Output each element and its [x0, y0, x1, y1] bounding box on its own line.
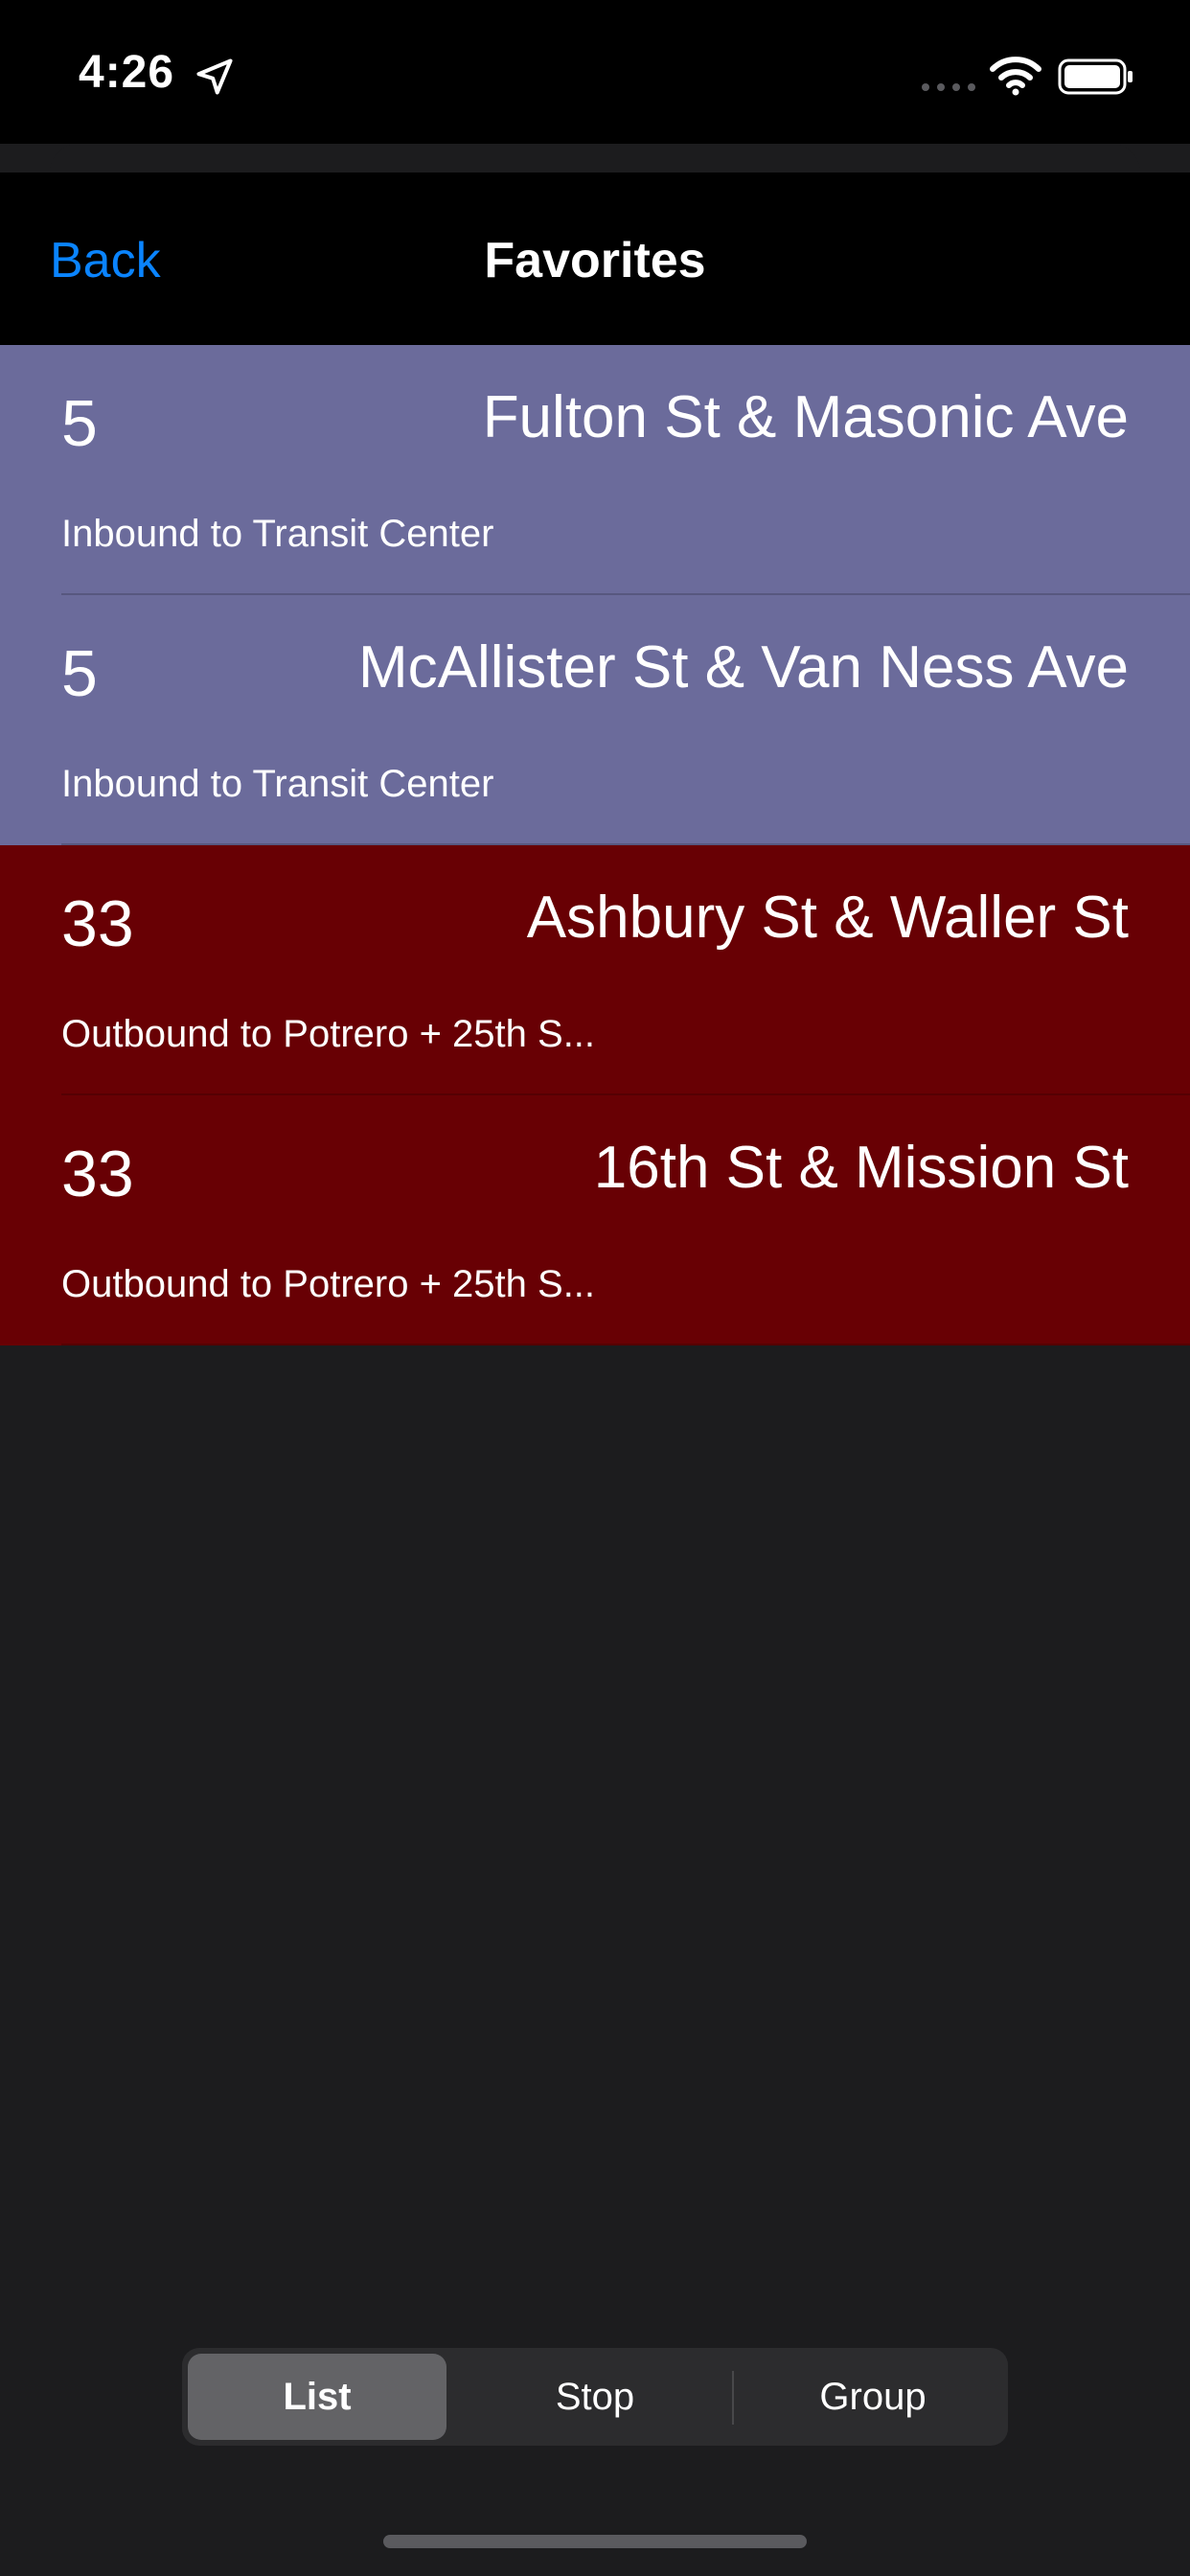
navigation-bar: Back Favorites: [0, 172, 1190, 345]
page-title: Favorites: [484, 233, 706, 288]
segment-stop[interactable]: Stop: [466, 2354, 724, 2440]
route-number: 5: [61, 387, 98, 460]
favorite-row[interactable]: 33 16th St & Mission St Outbound to Potr…: [0, 1095, 1190, 1346]
direction-label: Outbound to Potrero + 25th S...: [61, 1263, 596, 1305]
view-mode-segmented-control: List Stop Group: [182, 2348, 1008, 2446]
segment-separator: [732, 2371, 734, 2425]
favorites-list: 5 Fulton St & Masonic Ave Inbound to Tra…: [0, 345, 1190, 1346]
segment-list[interactable]: List: [188, 2354, 446, 2440]
favorite-row[interactable]: 5 Fulton St & Masonic Ave Inbound to Tra…: [0, 345, 1190, 595]
stop-name: 16th St & Mission St: [593, 1135, 1129, 1201]
status-time: 4:26: [79, 47, 175, 98]
favorite-row[interactable]: 33 Ashbury St & Waller St Outbound to Po…: [0, 845, 1190, 1095]
route-number: 33: [61, 1138, 134, 1210]
stop-name: Ashbury St & Waller St: [526, 885, 1129, 951]
location-arrow-icon: [196, 58, 233, 95]
stop-name: McAllister St & Van Ness Ave: [357, 634, 1129, 701]
favorite-row[interactable]: 5 McAllister St & Van Ness Ave Inbound t…: [0, 595, 1190, 845]
home-indicator[interactable]: [383, 2535, 807, 2548]
battery-icon: [1058, 58, 1133, 95]
row-divider: [61, 1344, 1190, 1346]
direction-label: Inbound to Transit Center: [61, 763, 494, 805]
direction-label: Inbound to Transit Center: [61, 513, 494, 555]
cellular-signal-icon: [922, 83, 975, 91]
route-number: 33: [61, 887, 134, 960]
status-bar: 4:26: [0, 0, 1190, 144]
route-number: 5: [61, 637, 98, 710]
sheet-edge: [50, 144, 1140, 172]
wifi-icon: [990, 57, 1041, 96]
stop-name: Fulton St & Masonic Ave: [482, 384, 1129, 450]
direction-label: Outbound to Potrero + 25th S...: [61, 1013, 596, 1055]
segment-group[interactable]: Group: [744, 2354, 1002, 2440]
